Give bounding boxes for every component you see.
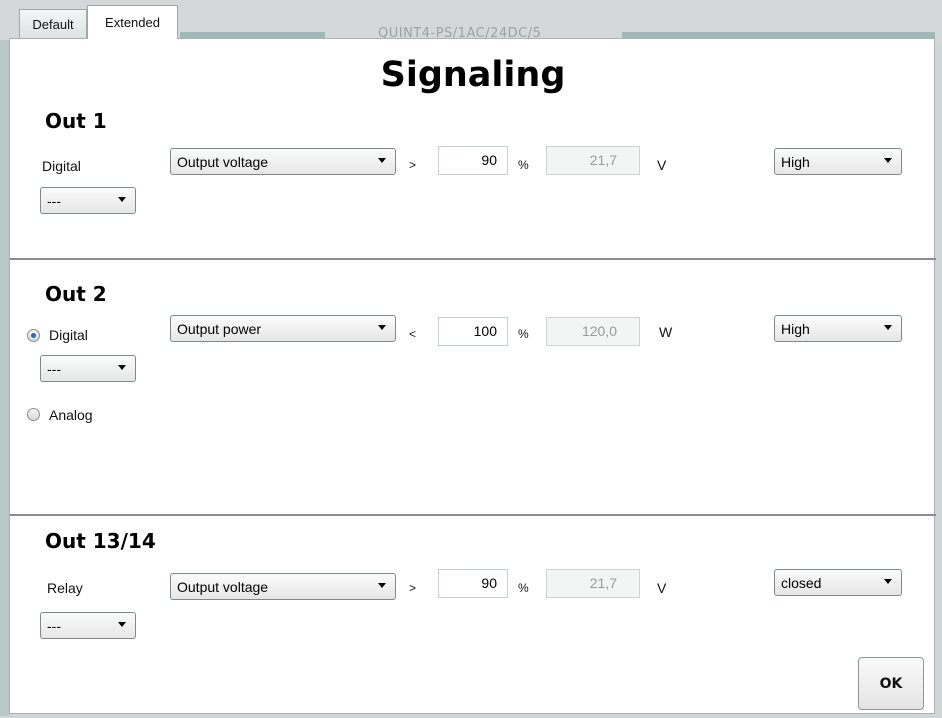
signal-select-out13-14-value: Output voltage — [177, 578, 269, 595]
chevron-down-icon — [884, 158, 892, 163]
threshold-unit-out13-14: % — [518, 581, 529, 595]
computed-value-out1: 21,7 — [546, 146, 640, 175]
state-select-out2[interactable]: High — [774, 315, 902, 342]
threshold-unit-out1: % — [518, 158, 529, 172]
computed-unit-out2: W — [659, 324, 673, 340]
sub-select-out1-value: --- — [47, 192, 61, 209]
state-select-out1[interactable]: High — [774, 148, 902, 175]
mode-label-out13-14: Relay — [47, 580, 83, 596]
analog-radio-out2[interactable] — [27, 408, 40, 421]
mode-label-out2-digital[interactable]: Digital — [49, 327, 88, 343]
ok-button[interactable]: OK — [858, 657, 924, 710]
computed-unit-out13-14: V — [657, 580, 667, 596]
state-select-out2-value: High — [781, 320, 810, 337]
signal-select-out2-value: Output power — [177, 320, 262, 337]
mode-label-out1: Digital — [42, 158, 81, 174]
signal-select-out13-14[interactable]: Output voltage — [170, 573, 396, 600]
sub-select-out2-value: --- — [47, 360, 61, 377]
background-window-edge — [0, 40, 9, 716]
section-title-out1: Out 1 — [45, 109, 107, 133]
section-divider — [10, 258, 936, 260]
computed-unit-out1: V — [657, 157, 667, 173]
section-title-out13-14: Out 13/14 — [45, 529, 156, 553]
threshold-input-out2[interactable]: 100 — [438, 317, 508, 346]
chevron-down-icon — [884, 579, 892, 584]
signal-select-out2[interactable]: Output power — [170, 315, 396, 342]
digital-radio-out2[interactable] — [27, 329, 40, 342]
section-title-out2: Out 2 — [45, 282, 107, 306]
signal-select-out1-value: Output voltage — [177, 153, 269, 170]
chevron-down-icon — [118, 197, 126, 202]
chevron-down-icon — [378, 583, 386, 588]
sub-select-out1[interactable]: --- — [40, 187, 136, 214]
section-divider — [10, 514, 936, 516]
mode-label-out2-analog[interactable]: Analog — [49, 407, 93, 423]
chevron-down-icon — [118, 365, 126, 370]
state-select-out13-14-value: closed — [781, 574, 822, 591]
chevron-down-icon — [884, 325, 892, 330]
operator-out1: > — [409, 158, 417, 172]
state-select-out1-value: High — [781, 153, 810, 170]
signal-select-out1[interactable]: Output voltage — [170, 148, 396, 175]
tab-default[interactable]: Default — [19, 9, 87, 38]
threshold-input-out13-14[interactable]: 90 — [438, 569, 508, 598]
operator-out2: < — [409, 327, 417, 341]
computed-value-out2: 120,0 — [546, 317, 640, 346]
tab-extended[interactable]: Extended — [87, 5, 178, 39]
state-select-out13-14[interactable]: closed — [774, 569, 902, 596]
chevron-down-icon — [378, 158, 386, 163]
threshold-input-out1[interactable]: 90 — [438, 146, 508, 175]
sub-select-out13-14-value: --- — [47, 617, 61, 634]
dialog-title: Signaling — [380, 55, 566, 95]
signaling-dialog: Signaling Out 1 Digital Output voltage >… — [9, 38, 936, 714]
sub-select-out2[interactable]: --- — [40, 355, 136, 382]
operator-out13-14: > — [409, 581, 417, 595]
sub-select-out13-14[interactable]: --- — [40, 612, 136, 639]
chevron-down-icon — [118, 622, 126, 627]
threshold-unit-out2: % — [518, 327, 529, 341]
computed-value-out13-14: 21,7 — [546, 569, 640, 598]
chevron-down-icon — [378, 325, 386, 330]
